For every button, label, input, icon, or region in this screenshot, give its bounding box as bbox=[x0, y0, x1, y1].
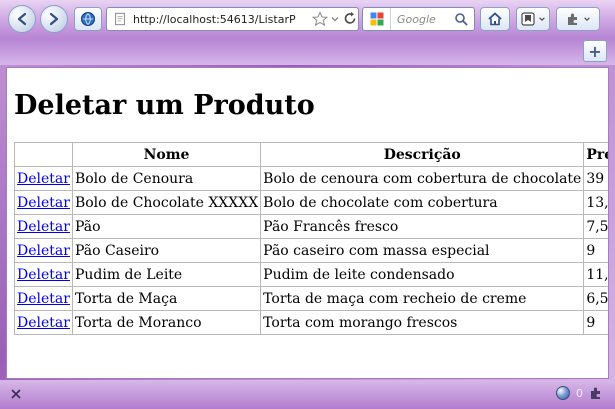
cell-nome: Pão Caseiro bbox=[71, 238, 262, 263]
cell-descricao: Pão Francês fresco bbox=[260, 214, 585, 239]
action-cell: Deletar bbox=[14, 286, 73, 311]
globe-icon bbox=[81, 12, 95, 26]
cell-descricao: Pão caseiro com massa especial bbox=[260, 238, 585, 263]
delete-link[interactable]: Deletar bbox=[17, 171, 70, 187]
page-icon bbox=[115, 12, 125, 26]
action-cell: Deletar bbox=[14, 190, 73, 215]
cell-nome: Torta de Moranco bbox=[71, 310, 262, 335]
bookmarks-button[interactable] bbox=[516, 7, 550, 31]
close-icon[interactable] bbox=[10, 388, 22, 400]
cell-nome: Bolo de Cenoura bbox=[71, 166, 262, 191]
delete-link[interactable]: Deletar bbox=[17, 219, 70, 235]
cell-descricao: Torta de maça com recheio de creme bbox=[260, 286, 585, 311]
plus-icon: + bbox=[588, 41, 602, 61]
chevron-down-icon bbox=[584, 17, 590, 21]
action-cell: Deletar bbox=[14, 166, 73, 191]
site-identity-button[interactable] bbox=[74, 7, 102, 31]
cell-preco: 13,25 bbox=[583, 190, 608, 215]
back-arrow-icon bbox=[17, 12, 27, 26]
cell-descricao: Bolo de cenoura com cobertura de chocola… bbox=[260, 166, 585, 191]
cell-nome: Pão bbox=[71, 214, 262, 239]
cell-nome: Torta de Maça bbox=[71, 286, 262, 311]
browser-toolbar: http://localhost:54613/ListarP Google + bbox=[0, 0, 615, 65]
search-icon[interactable] bbox=[454, 12, 468, 26]
delete-link[interactable]: Deletar bbox=[17, 267, 70, 283]
cell-descricao: Torta com morango frescos bbox=[260, 310, 585, 335]
products-table: Nome Descrição Preço Deletar Bolo de Cen… bbox=[14, 142, 608, 335]
table-row: Deletar Pão Caseiro Pão caseiro com mass… bbox=[14, 238, 608, 263]
home-icon bbox=[488, 12, 502, 26]
table-row: Deletar Torta de Moranco Torta com moran… bbox=[14, 310, 608, 335]
action-cell: Deletar bbox=[14, 214, 73, 239]
cell-preco: 9 bbox=[583, 238, 608, 263]
status-icons: 0 bbox=[556, 386, 605, 400]
cell-nome: Pudim de Leite bbox=[71, 262, 262, 287]
cell-nome: Bolo de Chocolate XXXXX bbox=[71, 190, 262, 215]
header-descricao: Descrição bbox=[260, 142, 585, 167]
header-action bbox=[14, 142, 73, 167]
forward-arrow-icon bbox=[49, 12, 59, 26]
table-header-row: Nome Descrição Preço bbox=[14, 142, 608, 167]
chevron-down-icon[interactable] bbox=[330, 14, 340, 24]
bookmark-icon bbox=[521, 12, 535, 26]
table-row: Deletar Bolo de Chocolate XXXXX Bolo de … bbox=[14, 190, 608, 215]
status-bar: 0 bbox=[0, 380, 615, 409]
cell-preco: 9 bbox=[583, 310, 608, 335]
delete-link[interactable]: Deletar bbox=[17, 315, 70, 331]
delete-link[interactable]: Deletar bbox=[17, 243, 70, 259]
header-preco: Preço bbox=[583, 142, 608, 167]
delete-link[interactable]: Deletar bbox=[17, 291, 70, 307]
cell-preco: 6,55 bbox=[583, 286, 608, 311]
plugin-icon[interactable] bbox=[589, 386, 605, 400]
cell-descricao: Bolo de chocolate com cobertura bbox=[260, 190, 585, 215]
page-title: Deletar um Produto bbox=[14, 90, 315, 121]
star-icon[interactable] bbox=[312, 11, 328, 27]
cell-descricao: Pudim de leite condensado bbox=[260, 262, 585, 287]
table-row: Deletar Pudim de Leite Pudim de leite co… bbox=[14, 262, 608, 287]
puzzle-icon bbox=[568, 13, 577, 25]
search-placeholder: Google bbox=[397, 12, 436, 26]
action-cell: Deletar bbox=[14, 262, 73, 287]
search-box[interactable]: Google bbox=[362, 7, 475, 31]
page-content: Deletar um Produto Nome Descrição Preço … bbox=[6, 67, 609, 379]
cell-preco: 39 bbox=[583, 166, 608, 191]
back-button[interactable] bbox=[8, 5, 36, 33]
table-row: Deletar Pão Pão Francês fresco 7,5 bbox=[14, 214, 608, 239]
home-button[interactable] bbox=[480, 7, 510, 31]
table-row: Deletar Torta de Maça Torta de maça com … bbox=[14, 286, 608, 311]
url-text: http://localhost:54613/ListarP bbox=[133, 12, 296, 26]
action-cell: Deletar bbox=[14, 238, 73, 263]
action-cell: Deletar bbox=[14, 310, 73, 335]
table-row: Deletar Bolo de Cenoura Bolo de cenoura … bbox=[14, 166, 608, 191]
new-tab-button[interactable]: + bbox=[583, 40, 607, 62]
cell-preco: 11,25 bbox=[583, 262, 608, 287]
nav-buttons bbox=[8, 5, 68, 33]
addons-button[interactable] bbox=[556, 7, 600, 31]
forward-button[interactable] bbox=[40, 5, 68, 33]
delete-link[interactable]: Deletar bbox=[17, 195, 70, 211]
search-engine-button[interactable] bbox=[363, 8, 391, 30]
refresh-icon[interactable] bbox=[342, 11, 358, 27]
header-nome: Nome bbox=[71, 142, 262, 167]
status-count: 0 bbox=[576, 386, 583, 400]
network-icon[interactable] bbox=[556, 386, 570, 400]
url-bar[interactable]: http://localhost:54613/ListarP bbox=[106, 7, 359, 31]
cell-preco: 7,5 bbox=[583, 214, 608, 239]
chevron-down-icon bbox=[539, 17, 545, 21]
google-icon bbox=[370, 12, 383, 26]
